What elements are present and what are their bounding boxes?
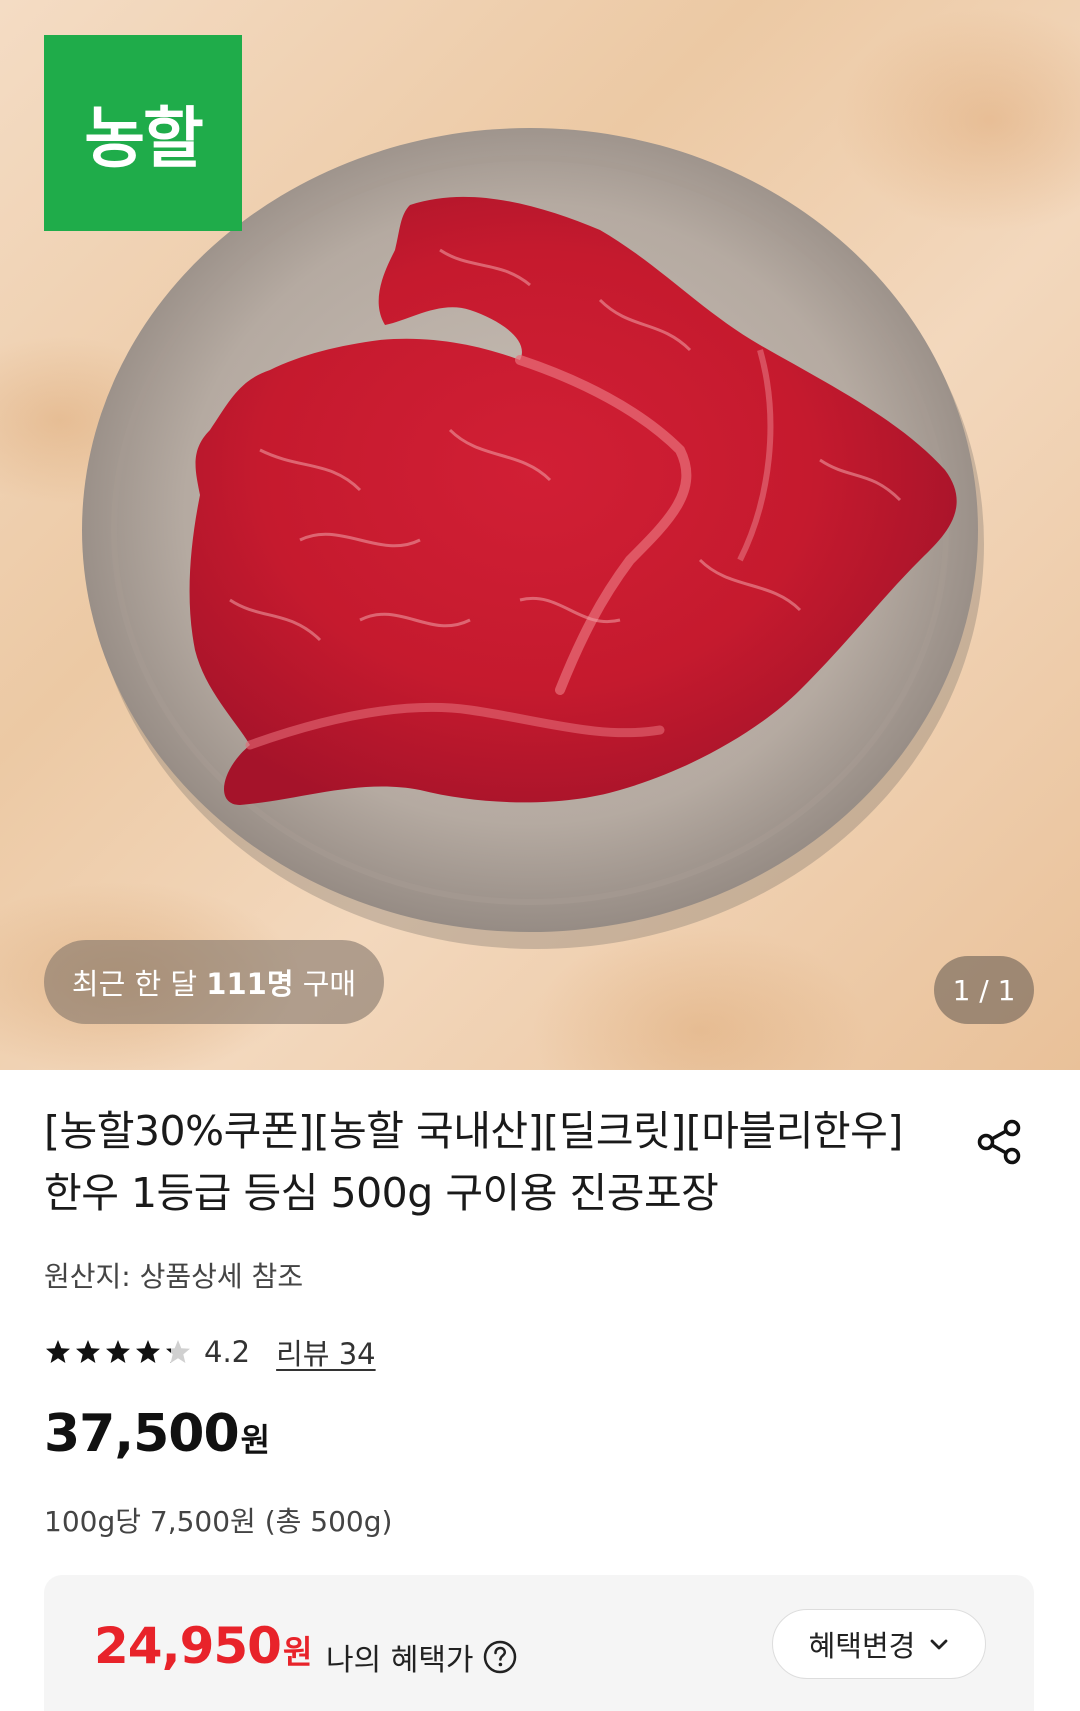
benefit-price-value: 24,950 [94,1617,282,1675]
rating-value: 4.2 [204,1335,251,1369]
star-icon [76,1340,100,1363]
share-icon [977,1119,1021,1165]
buyers-suffix: 구매 [293,967,357,1001]
rating-stars [44,1338,192,1366]
benefit-label-group: 나의 혜택가 [326,1635,518,1679]
rating-row: 4.2 리뷰 34 [44,1330,376,1374]
unit-price: 100g당 7,500원 (총 500g) [44,1505,393,1538]
price-value: 37,500 [44,1404,240,1464]
logo-text: 농할 [84,100,203,177]
product-image[interactable]: 농할 최근 한 달 111명 구매 1 / 1 [0,0,1080,1070]
reviews-link[interactable]: 리뷰 34 [276,1331,375,1373]
star-icon [166,1340,190,1363]
benefit-label: 나의 혜택가 [326,1643,474,1678]
origin-info: 원산지: 상품상세 참조 [44,1260,304,1293]
star-icon [136,1340,160,1363]
product-title: [농할30%쿠폰][농할 국내산][딜크릿][마블리한우] 한우 1등급 등심 … [44,1107,903,1217]
change-benefit-label: 혜택변경 [808,1629,916,1663]
question-circle-icon[interactable] [482,1639,518,1675]
price-unit: 원 [240,1421,271,1459]
nonghal-logo: 농할 [44,35,242,231]
image-counter: 1 / 1 [934,956,1034,1024]
benefit-price-box: 24,950 원 나의 혜택가 혜택변경 [44,1575,1034,1711]
star-icon [46,1340,70,1363]
benefit-price-unit: 원 [282,1633,313,1671]
buyers-count: 111명 [206,967,294,1001]
share-button[interactable] [970,1112,1030,1172]
sale-price: 37,500 원 [44,1404,270,1464]
change-benefit-button[interactable]: 혜택변경 [772,1609,986,1679]
product-detail-page: 농할 최근 한 달 111명 구매 1 / 1 [농할30%쿠폰][농할 국내산… [0,0,1080,1711]
buyers-prefix: 최근 한 달 [71,967,207,1001]
star-icon [106,1340,130,1363]
benefit-price: 24,950 원 [94,1617,312,1675]
chevron-down-icon [930,1639,948,1650]
recent-buyers-badge: 최근 한 달 111명 구매 [44,940,384,1024]
